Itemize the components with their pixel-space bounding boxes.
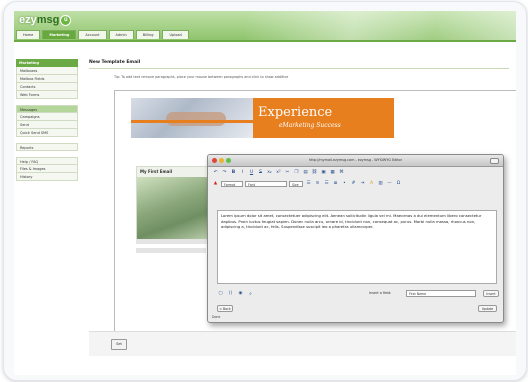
sidebar: Marketing Mailboxes Mailbox Fields Conta… <box>16 59 78 187</box>
tab-marketing[interactable]: Marketing <box>42 30 77 39</box>
font-select[interactable]: Font <box>245 180 287 187</box>
sidebar-item-campaigns[interactable]: Campaigns <box>16 113 78 121</box>
copy-icon[interactable]: ❐ <box>293 169 300 176</box>
popup-titlebar: http://mymail.ezymsg.com - ezymsg - WYSI… <box>208 155 503 167</box>
sidebar-item-web-forms[interactable]: Web Forms <box>16 91 78 99</box>
strikethrough-icon[interactable]: S <box>257 169 264 176</box>
bullet-list-icon[interactable]: • <box>341 180 348 187</box>
warning-icon[interactable]: ▲ <box>212 180 219 187</box>
banner-hand-image <box>166 112 226 126</box>
subscript-icon[interactable]: x₂ <box>266 169 273 176</box>
sidebar-group-reports: Reports <box>16 143 78 151</box>
sidebar-item-send[interactable]: Send <box>16 121 78 129</box>
update-button[interactable]: Update <box>478 305 497 312</box>
logo-badge-icon: ü <box>60 14 72 26</box>
cut-icon[interactable]: ✂ <box>284 169 291 176</box>
align-right-icon[interactable]: ☰ <box>323 180 330 187</box>
table-icon[interactable]: ▦ <box>329 169 336 176</box>
size-select[interactable]: Size <box>289 180 303 187</box>
tab-account[interactable]: Account <box>78 30 107 39</box>
editor-toolbar-row-1: ↶ ↷ B I U S x₂ x² ✂ ❐ ▤ ⛓ ▣ ▦ ⌘ <box>212 169 345 176</box>
back-button[interactable]: < Back <box>217 305 233 312</box>
highlight-icon[interactable]: ▥ <box>377 180 384 187</box>
banner-headline: Experience <box>258 105 333 120</box>
align-left-icon[interactable]: ☰ <box>305 180 312 187</box>
format-select[interactable]: Format <box>221 180 243 187</box>
banner-stripe <box>131 120 253 123</box>
tab-billing[interactable]: Billing <box>135 30 161 39</box>
screenshot-frame: ezy msg ü Home Marketing Account Admin B… <box>3 1 527 381</box>
wysiwyg-text-area[interactable]: Lorem ipsum dolor sit amet, consectetuer… <box>217 210 497 284</box>
template-banner[interactable]: Experience eMarketing Success <box>131 98 394 138</box>
sidebar-item-messages[interactable]: Messages <box>16 105 78 113</box>
wysiwyg-editor-window: http://mymail.ezymsg.com - ezymsg - WYSI… <box>207 154 504 323</box>
sidebar-item-history[interactable]: History <box>16 173 78 181</box>
design-view-icon[interactable]: ▢ <box>217 290 224 297</box>
link-icon[interactable]: ⛓ <box>311 169 318 176</box>
content-block-image <box>137 177 207 239</box>
header-bar: ezy msg ü Home Marketing Account Admin B… <box>14 11 516 40</box>
paste-icon[interactable]: ▤ <box>302 169 309 176</box>
merge-field-select[interactable]: First Name <box>406 290 476 297</box>
tab-home[interactable]: Home <box>16 30 41 39</box>
align-center-icon[interactable]: ≡ <box>314 180 321 187</box>
logo-text-ezy: ezy <box>19 14 37 26</box>
editor-toolbar-row-2: ▲ Format Font Size ☰ ≡ ☰ ≣ • # ⇥ A ▥ — Ω <box>212 180 402 187</box>
sidebar-item-help-faq[interactable]: Help / FAQ <box>16 157 78 165</box>
preview-icon[interactable]: ◉ <box>237 290 244 297</box>
html-view-icon[interactable]: ⟨⟩ <box>227 290 234 297</box>
search-icon[interactable]: ⌕ <box>247 290 254 297</box>
app-window: ezy msg ü Home Marketing Account Admin B… <box>14 11 516 375</box>
status-text: Done <box>212 315 221 319</box>
sidebar-group-messages: Messages Campaigns Send Quick Send SMS <box>16 105 78 137</box>
tab-upload[interactable]: Upload <box>162 30 189 39</box>
main-nav-tabs: Home Marketing Account Admin Billing Upl… <box>16 30 189 40</box>
superscript-icon[interactable]: x² <box>275 169 282 176</box>
sidebar-item-files-images[interactable]: Files & Images <box>16 165 78 173</box>
header-decoration <box>246 11 516 40</box>
editor-bottom-bar: ▢ ⟨⟩ ◉ ⌕ Insert a field: First Name Inse… <box>217 289 499 298</box>
sidebar-heading: Marketing <box>16 59 78 67</box>
page-title: New Template Email <box>89 60 141 65</box>
editor-hint: Tip: To add text remove paragraphs, plac… <box>114 75 289 79</box>
image-icon[interactable]: ▣ <box>320 169 327 176</box>
toolbar-toggle-icon[interactable] <box>490 158 499 164</box>
banner-tagline: eMarketing Success <box>279 122 341 129</box>
numbered-list-icon[interactable]: # <box>350 180 357 187</box>
logo[interactable]: ezy msg ü <box>19 14 72 26</box>
logo-text-msg: msg <box>36 14 60 26</box>
sidebar-item-mailboxes[interactable]: Mailboxes <box>16 67 78 75</box>
sidebar-item-mailbox-fields[interactable]: Mailbox Fields <box>16 75 78 83</box>
underline-icon[interactable]: U <box>248 169 255 176</box>
undo-icon[interactable]: ↶ <box>212 169 219 176</box>
content-block-title: My First Email <box>137 167 207 177</box>
popup-title: http://mymail.ezymsg.com - ezymsg - WYSI… <box>308 158 403 162</box>
source-icon[interactable]: ⌘ <box>338 169 345 176</box>
text-color-icon[interactable]: A <box>368 180 375 187</box>
sidebar-group-marketing: Marketing Mailboxes Mailbox Fields Conta… <box>16 59 78 99</box>
sidebar-item-contacts[interactable]: Contacts <box>16 83 78 91</box>
insert-field-button[interactable]: Insert <box>483 290 499 297</box>
justify-icon[interactable]: ≣ <box>332 180 339 187</box>
save-button[interactable]: Set <box>111 339 127 350</box>
form-footer <box>89 331 516 356</box>
sidebar-item-reports[interactable]: Reports <box>16 143 78 151</box>
sidebar-item-quick-send-sms[interactable]: Quick Send SMS <box>16 129 78 137</box>
banner-photo <box>131 98 253 138</box>
special-char-icon[interactable]: Ω <box>395 180 402 187</box>
indent-icon[interactable]: ⇥ <box>359 180 366 187</box>
tab-admin[interactable]: Admin <box>108 30 134 39</box>
bold-icon[interactable]: B <box>230 169 237 176</box>
redo-icon[interactable]: ↷ <box>221 169 228 176</box>
title-divider <box>89 68 509 69</box>
horizontal-rule-icon[interactable]: — <box>386 180 393 187</box>
italic-icon[interactable]: I <box>239 169 246 176</box>
template-content-block[interactable]: My First Email <box>136 166 208 240</box>
placeholder-line <box>136 248 206 253</box>
insert-field-label: Insert a field: <box>369 291 392 295</box>
editor-bottom-icons: ▢ ⟨⟩ ◉ ⌕ <box>217 290 254 297</box>
sidebar-group-help: Help / FAQ Files & Images History <box>16 157 78 181</box>
header-divider <box>14 40 516 42</box>
